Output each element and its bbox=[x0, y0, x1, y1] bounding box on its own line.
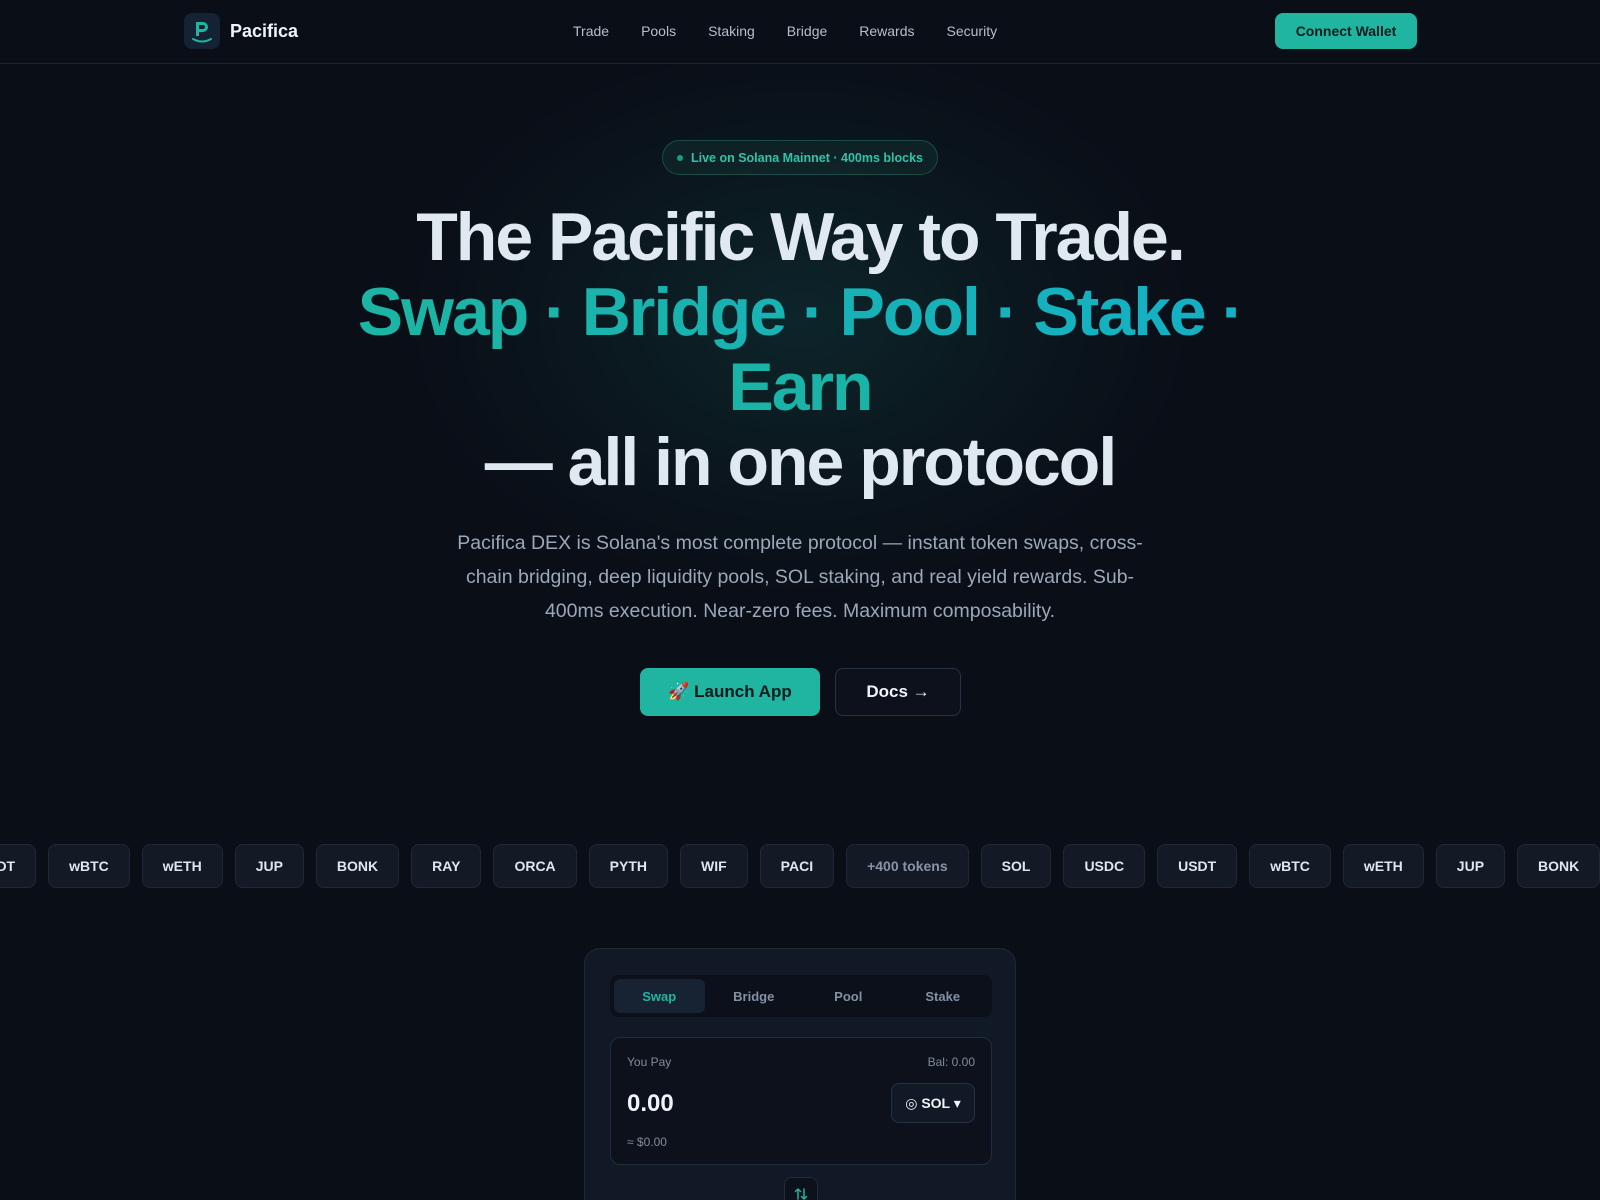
you-pay-label: You Pay bbox=[627, 1055, 672, 1069]
badge-text: Live on Solana Mainnet · 400ms blocks bbox=[690, 150, 923, 165]
token-chip[interactable]: BONK bbox=[315, 844, 400, 888]
swap-widget: Swap Bridge Pool Stake You Pay Bal: 0.00… bbox=[584, 948, 1016, 1200]
network-status-badge: Live on Solana Mainnet · 400ms blocks bbox=[662, 140, 938, 175]
cta-row: 🚀 Launch App Docs → bbox=[640, 668, 961, 716]
pacifica-logo-icon bbox=[184, 13, 220, 49]
token-chip[interactable]: USDT bbox=[0, 844, 37, 888]
token-chip[interactable]: wETH bbox=[141, 844, 223, 888]
token-chip[interactable]: ORCA bbox=[493, 844, 577, 888]
token-chip[interactable]: WIF bbox=[680, 844, 748, 888]
hero-subtitle: Pacifica DEX is Solana's most complete p… bbox=[457, 532, 1143, 622]
nav-link-staking[interactable]: Staking bbox=[708, 23, 755, 39]
hero-headline: The Pacific Way to Trade. Swap · Bridge … bbox=[300, 200, 1300, 500]
headline-line-4: — all in one protocol bbox=[484, 424, 1117, 500]
tab-stake[interactable]: Stake bbox=[898, 979, 989, 1013]
token-chip-more[interactable]: +400 tokens bbox=[846, 844, 969, 888]
headline-line-1: The Pacific Way to Trade. bbox=[416, 199, 1186, 275]
swap-tabs: Swap Bridge Pool Stake bbox=[610, 975, 992, 1017]
balance-text: Bal: 0.00 bbox=[927, 1055, 975, 1069]
token-chip[interactable]: PYTH bbox=[588, 844, 669, 888]
pay-amount-input[interactable]: 0.00 bbox=[627, 1090, 674, 1118]
nav-link-trade[interactable]: Trade bbox=[573, 23, 609, 39]
token-chip[interactable]: PACI bbox=[759, 844, 835, 888]
you-pay-panel: You Pay Bal: 0.00 0.00 ≈ $0.00 ◎ SOL ▾ bbox=[610, 1037, 992, 1165]
brand[interactable]: Pacifica bbox=[184, 13, 298, 49]
headline-line-3: Earn bbox=[728, 349, 873, 425]
token-chip[interactable]: wBTC bbox=[48, 844, 130, 888]
flip-direction-button[interactable] bbox=[784, 1177, 818, 1200]
usd-value: ≈ $0.00 bbox=[627, 1135, 667, 1149]
token-ticker: USDT wBTC wETH JUP BONK RAY ORCA PYTH WI… bbox=[0, 844, 1600, 888]
live-dot-icon bbox=[676, 154, 683, 161]
swap-arrows-icon bbox=[794, 1188, 808, 1200]
token-chip[interactable]: wETH bbox=[1342, 844, 1424, 888]
token-chip[interactable]: USDC bbox=[1063, 844, 1146, 888]
token-chip[interactable]: USDT bbox=[1157, 844, 1238, 888]
token-chip[interactable]: RAY bbox=[411, 844, 482, 888]
tab-pool[interactable]: Pool bbox=[803, 979, 894, 1013]
connect-wallet-button[interactable]: Connect Wallet bbox=[1275, 13, 1417, 49]
brand-name: Pacifica bbox=[230, 20, 299, 41]
launch-app-button[interactable]: 🚀 Launch App bbox=[640, 668, 820, 716]
token-select-dropdown[interactable]: ◎ SOL ▾ bbox=[891, 1083, 975, 1123]
nav-link-pools[interactable]: Pools bbox=[641, 23, 676, 39]
docs-button[interactable]: Docs → bbox=[835, 668, 961, 716]
headline-line-2: Swap · Bridge · Pool · Stake · bbox=[300, 275, 1300, 350]
nav-link-bridge[interactable]: Bridge bbox=[787, 23, 827, 39]
token-chip[interactable]: SOL bbox=[980, 844, 1052, 888]
tab-bridge[interactable]: Bridge bbox=[709, 979, 800, 1013]
nav-link-rewards[interactable]: Rewards bbox=[859, 23, 914, 39]
token-chip[interactable]: wBTC bbox=[1249, 844, 1331, 888]
token-chip[interactable]: BONK bbox=[1517, 844, 1600, 888]
nav-links: Trade Pools Staking Bridge Rewards Secur… bbox=[573, 0, 997, 62]
tab-swap[interactable]: Swap bbox=[614, 979, 705, 1013]
top-navbar: Pacifica Trade Pools Staking Bridge Rewa… bbox=[0, 0, 1600, 64]
token-chip[interactable]: JUP bbox=[1435, 844, 1506, 888]
nav-link-security[interactable]: Security bbox=[947, 23, 998, 39]
token-chip[interactable]: JUP bbox=[234, 844, 304, 888]
